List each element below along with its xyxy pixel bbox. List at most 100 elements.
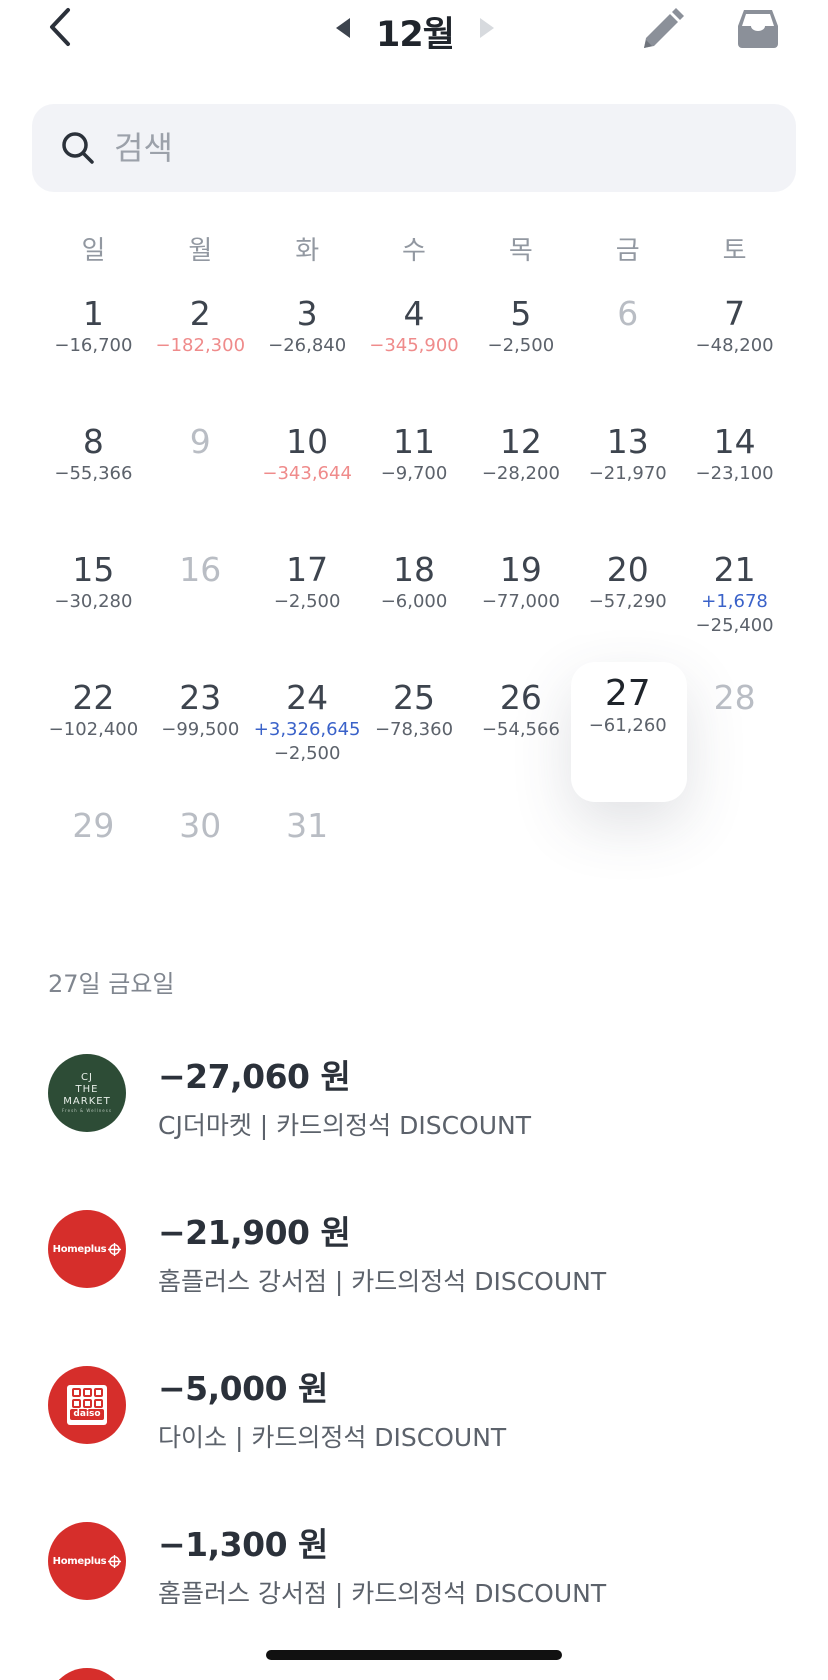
calendar-day[interactable]: 29 [40, 792, 147, 920]
day-expense-amount: −21,970 [588, 463, 667, 484]
transaction-amount: −27,060 원 [158, 1057, 351, 1096]
weekday-sat: 토 [722, 236, 747, 266]
transaction-description: 홈플러스 강서점 | 카드의정석 DISCOUNT [158, 1579, 607, 1608]
day-expense-amount: −16,700 [54, 335, 133, 356]
calendar-day[interactable]: 22 −102,400 [40, 664, 147, 792]
day-number: 18 [393, 550, 435, 589]
transaction-item[interactable]: CJ THE MARKET Fresh & Wellness −27,060 원… [48, 1040, 788, 1196]
day-expense-amount: −182,300 [155, 335, 246, 356]
back-button[interactable] [42, 4, 76, 50]
day-number: 31 [286, 806, 329, 845]
day-number: 30 [179, 806, 222, 845]
calendar-day[interactable]: 5 −2,500 [467, 280, 574, 408]
calendar-day[interactable]: 15 −30,280 [40, 536, 147, 664]
logo-text: MARKET [63, 1096, 111, 1107]
day-expense-amount: −48,200 [695, 335, 774, 356]
calendar-day[interactable]: 7 −48,200 [681, 280, 788, 408]
day-number: 22 [72, 678, 115, 717]
calendar-day[interactable]: 18 −6,000 [361, 536, 468, 664]
calendar-day[interactable]: 24 +3,326,645 −2,500 [254, 664, 361, 792]
chevron-left-icon [50, 8, 70, 46]
homeplus-logo: Homeplus [48, 1210, 126, 1288]
calendar-day-selected[interactable]: 27 −61,260 [571, 662, 688, 802]
day-expense-amount: −23,100 [695, 463, 774, 484]
weekday-header: 일 월 화 수 목 금 토 [40, 230, 788, 274]
day-expense-amount: −61,260 [588, 715, 667, 736]
calendar-day[interactable]: 16 [147, 536, 254, 664]
day-number: 6 [617, 294, 639, 333]
day-expense-amount: −55,366 [54, 463, 133, 484]
day-number: 25 [393, 678, 435, 717]
day-expense-amount: −78,360 [374, 719, 454, 740]
edit-button[interactable] [636, 4, 686, 54]
calendar-day[interactable]: 30 [147, 792, 254, 920]
weekday-fri: 금 [615, 236, 640, 266]
day-number: 19 [499, 550, 542, 589]
logo-text: Homeplus [52, 1243, 107, 1255]
calendar-day[interactable]: 1 −16,700 [40, 280, 147, 408]
day-number: 27 [604, 673, 651, 714]
home-indicator[interactable] [266, 1650, 562, 1660]
calendar-day[interactable]: 17 −2,500 [254, 536, 361, 664]
transaction-item[interactable]: Homeplus −21,900 원 홈플러스 강서점 | 카드의정석 DISC… [48, 1196, 788, 1352]
transaction-amount: −1,300 원 [158, 1525, 328, 1564]
top-bar: 12월 [0, 0, 828, 60]
calendar-day[interactable]: 9 [147, 408, 254, 536]
calendar-day[interactable]: 14 −23,100 [681, 408, 788, 536]
search-input[interactable] [114, 118, 754, 178]
transaction-item[interactable]: Homeplus −1,300 원 홈플러스 강서점 | 카드의정석 DISCO… [48, 1508, 788, 1664]
transaction-description: CJ더마켓 | 카드의정석 DISCOUNT [158, 1111, 531, 1140]
day-income-amount: +1,678 [701, 591, 768, 612]
day-number: 14 [713, 422, 756, 461]
calendar-day[interactable]: 10 −343,644 [254, 408, 361, 536]
pencil-icon [644, 8, 684, 48]
calendar-day[interactable]: 26 −54,566 [467, 664, 574, 792]
inbox-tray-icon [738, 10, 778, 48]
calendar-week-row: 8 −55,366 9 10 −343,644 11 −9,700 12 −28,200 13 −2… [40, 408, 788, 536]
calendar-day[interactable]: 28 [681, 664, 788, 792]
day-number: 8 [82, 422, 104, 461]
day-number: 10 [286, 422, 329, 461]
inbox-button[interactable] [734, 4, 782, 52]
day-expense-amount: −345,900 [369, 335, 459, 356]
day-number: 28 [713, 678, 756, 717]
calendar-day[interactable]: 3 −26,840 [254, 280, 361, 408]
calendar-day[interactable]: 11 −9,700 [361, 408, 468, 536]
weekday-wed: 수 [402, 236, 426, 266]
day-expense-amount: −77,000 [481, 591, 560, 612]
search-icon [62, 132, 94, 164]
day-expense-amount: −54,566 [481, 719, 560, 740]
day-expense-amount: −25,400 [695, 615, 774, 636]
transaction-item[interactable]: daiso −5,000 원 다이소 | 카드의정석 DISCOUNT [48, 1352, 788, 1508]
day-number: 16 [179, 550, 222, 589]
calendar-day[interactable]: 19 −77,000 [467, 536, 574, 664]
day-expense-amount: −102,400 [48, 719, 139, 740]
calendar-grid: 1 −16,700 2 −182,300 3 −26,840 4 −345,900 5 −2,50… [40, 280, 788, 920]
calendar-day[interactable]: 25 −78,360 [361, 664, 468, 792]
crosshair-icon [108, 1242, 122, 1256]
calendar-day[interactable]: 21 +1,678 −25,400 [681, 536, 788, 664]
transaction-logo-peek [48, 1668, 126, 1680]
transaction-list: CJ THE MARKET Fresh & Wellness −27,060 원… [48, 1040, 788, 1664]
calendar-day[interactable]: 23 −99,500 [147, 664, 254, 792]
day-income-amount: +3,326,645 [253, 719, 361, 740]
prev-month-button[interactable] [332, 16, 354, 40]
day-number: 4 [403, 294, 425, 333]
calendar-day[interactable]: 20 −57,290 [574, 536, 681, 664]
month-title[interactable]: 12월 [360, 6, 470, 57]
day-expense-amount: −57,290 [588, 591, 667, 612]
calendar-day[interactable]: 13 −21,970 [574, 408, 681, 536]
day-number: 23 [179, 678, 222, 717]
calendar-day[interactable]: 6 [574, 280, 681, 408]
day-expense-amount: −2,500 [487, 335, 555, 356]
day-number: 2 [189, 294, 211, 333]
next-month-button[interactable] [476, 16, 498, 40]
day-expense-amount: −2,500 [273, 591, 341, 612]
calendar-day[interactable]: 2 −182,300 [147, 280, 254, 408]
calendar-day[interactable]: 8 −55,366 [40, 408, 147, 536]
day-number: 29 [72, 806, 115, 845]
calendar-day[interactable]: 4 −345,900 [361, 280, 468, 408]
day-number: 7 [724, 294, 746, 333]
calendar-day[interactable]: 31 [254, 792, 361, 920]
calendar-day[interactable]: 12 −28,200 [467, 408, 574, 536]
